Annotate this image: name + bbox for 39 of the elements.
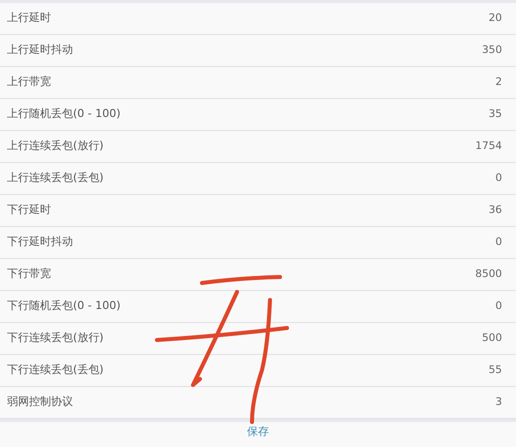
- setting-value: 55: [488, 362, 502, 378]
- setting-row[interactable]: 上行连续丢包(丢包) 0: [0, 163, 516, 195]
- setting-label: 下行随机丢包(0 - 100): [7, 298, 121, 314]
- setting-label: 上行延时: [7, 10, 51, 26]
- setting-row[interactable]: 下行延时抖动 0: [0, 227, 516, 259]
- setting-label: 弱网控制协议: [7, 394, 73, 410]
- setting-value: 1754: [475, 138, 502, 154]
- setting-label: 下行连续丢包(放行): [7, 330, 104, 346]
- setting-value: 36: [488, 202, 502, 218]
- setting-row[interactable]: 下行连续丢包(丢包) 55: [0, 355, 516, 387]
- setting-label: 下行带宽: [7, 266, 51, 282]
- setting-value: 8500: [475, 266, 502, 282]
- setting-label: 上行带宽: [7, 74, 51, 90]
- setting-value: 35: [488, 106, 502, 122]
- setting-label: 下行延时抖动: [7, 234, 73, 250]
- setting-row[interactable]: 下行随机丢包(0 - 100) 0: [0, 291, 516, 323]
- setting-value: 500: [482, 330, 502, 346]
- setting-row[interactable]: 下行连续丢包(放行) 500: [0, 323, 516, 355]
- setting-row[interactable]: 上行延时抖动 350: [0, 35, 516, 67]
- setting-label: 上行延时抖动: [7, 42, 73, 58]
- setting-label: 上行连续丢包(放行): [7, 138, 104, 154]
- setting-row[interactable]: 下行延时 36: [0, 195, 516, 227]
- setting-value: 0: [495, 298, 502, 314]
- setting-value: 350: [482, 42, 502, 58]
- setting-value: 20: [488, 10, 502, 26]
- setting-row[interactable]: 上行随机丢包(0 - 100) 35: [0, 99, 516, 131]
- setting-row[interactable]: 下行带宽 8500: [0, 259, 516, 291]
- setting-value: 3: [495, 394, 502, 410]
- setting-label: 下行延时: [7, 202, 51, 218]
- setting-row[interactable]: 上行带宽 2: [0, 67, 516, 99]
- save-button[interactable]: 保存: [239, 422, 277, 442]
- setting-row[interactable]: 上行连续丢包(放行) 1754: [0, 131, 516, 163]
- setting-value: 0: [495, 234, 502, 250]
- setting-value: 0: [495, 170, 502, 186]
- setting-label: 上行连续丢包(丢包): [7, 170, 104, 186]
- setting-value: 2: [495, 74, 502, 90]
- setting-label: 上行随机丢包(0 - 100): [7, 106, 121, 122]
- setting-label: 下行连续丢包(丢包): [7, 362, 104, 378]
- setting-row[interactable]: 上行延时 20: [0, 3, 516, 35]
